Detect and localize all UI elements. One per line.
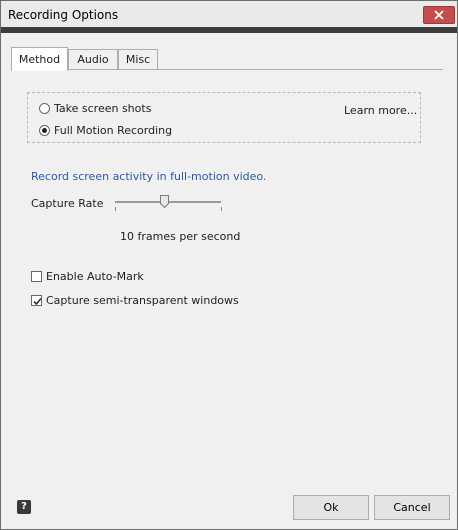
- slider-tick: [115, 207, 116, 211]
- tab-method-label: Method: [18, 53, 61, 66]
- capture-semi-transparent-checkbox[interactable]: [31, 295, 42, 306]
- take-screenshots-option[interactable]: Take screen shots: [39, 102, 151, 115]
- learn-more-link[interactable]: Learn more...: [344, 104, 417, 117]
- tab-strip-line: [11, 69, 443, 70]
- slider-thumb[interactable]: [160, 195, 169, 208]
- full-motion-radio[interactable]: [39, 125, 50, 136]
- slider-tick: [221, 207, 222, 211]
- capture-rate-value: 10 frames per second: [120, 230, 241, 243]
- recording-options-dialog: Recording Options Method Audio Misc Take…: [0, 0, 458, 530]
- tab-misc[interactable]: Misc: [118, 49, 158, 70]
- enable-auto-mark-checkbox[interactable]: [31, 271, 42, 282]
- close-icon: [434, 10, 444, 20]
- tab-method[interactable]: Method: [11, 47, 68, 71]
- enable-auto-mark-label: Enable Auto-Mark: [46, 270, 144, 283]
- cancel-button[interactable]: Cancel: [374, 495, 450, 520]
- tab-audio[interactable]: Audio: [68, 49, 118, 70]
- capture-semi-transparent-option[interactable]: Capture semi-transparent windows: [31, 294, 239, 307]
- capture-rate-label: Capture Rate: [31, 197, 104, 210]
- close-button[interactable]: [423, 6, 455, 24]
- title-bar: Recording Options: [1, 1, 457, 27]
- checkmark-icon: [33, 298, 42, 306]
- tab-audio-label: Audio: [77, 53, 109, 66]
- method-description: Record screen activity in full-motion vi…: [31, 170, 267, 183]
- take-screenshots-radio[interactable]: [39, 103, 50, 114]
- enable-auto-mark-option[interactable]: Enable Auto-Mark: [31, 270, 144, 283]
- full-motion-label: Full Motion Recording: [54, 124, 173, 137]
- help-icon[interactable]: ?: [17, 500, 31, 514]
- full-motion-option[interactable]: Full Motion Recording: [39, 124, 172, 137]
- capture-semi-transparent-label: Capture semi-transparent windows: [46, 294, 239, 307]
- window-title: Recording Options: [8, 8, 119, 22]
- take-screenshots-label: Take screen shots: [54, 102, 152, 115]
- tab-misc-label: Misc: [125, 53, 151, 66]
- ok-button[interactable]: Ok: [293, 495, 369, 520]
- title-divider: [1, 27, 457, 33]
